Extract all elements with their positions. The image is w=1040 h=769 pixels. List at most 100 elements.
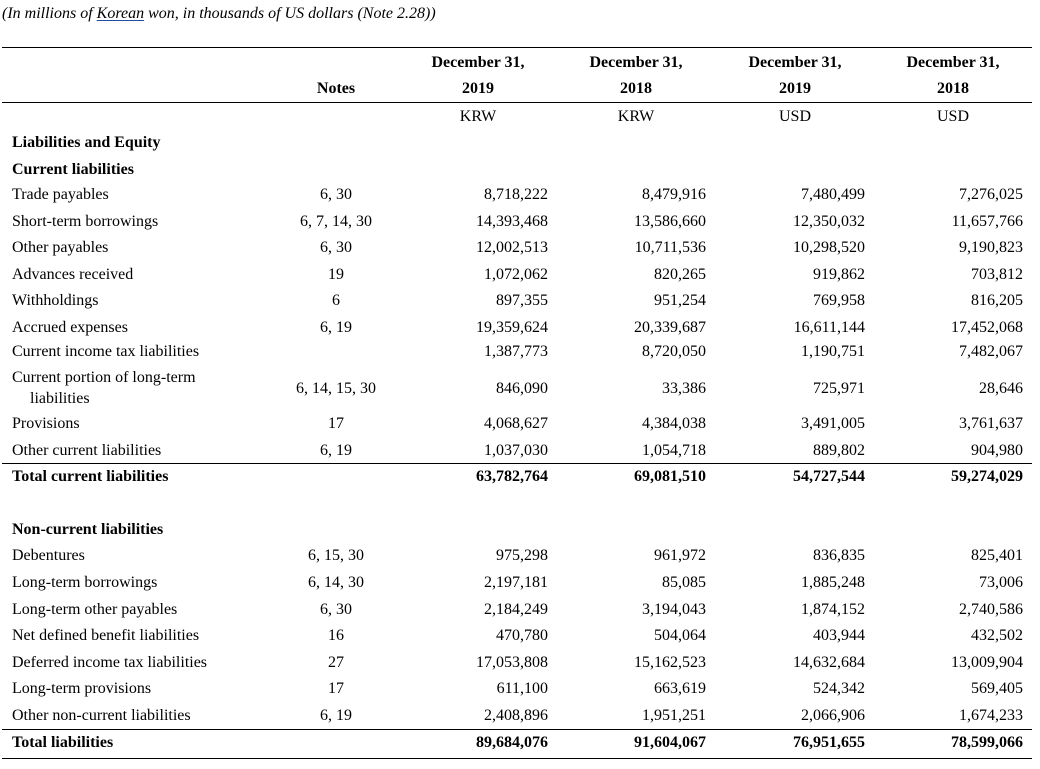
row-value-usd-2018: 2,740,586 <box>959 601 1023 618</box>
row-value-usd-2018: 73,006 <box>979 574 1023 591</box>
row-value-usd-2019: 12,350,032 <box>793 213 865 230</box>
table-row-advances-received: Advances received 19 1,072,062 820,265 9… <box>0 264 1040 286</box>
row-value-krw-2018: 15,162,523 <box>634 654 706 671</box>
caption-suffix: won, in thousands of US dollars (Note 2.… <box>144 5 436 22</box>
row-notes: 6, 19 <box>320 707 352 724</box>
row-value-krw-2018: 3,194,043 <box>642 601 706 618</box>
row-notes: 6, 30 <box>320 601 352 618</box>
row-value-krw-2019: 2,184,249 <box>484 601 548 618</box>
row-label: Advances received <box>12 266 134 283</box>
notes-column-header: Notes <box>272 76 400 102</box>
row-value-krw-2019: 846,090 <box>496 380 548 397</box>
row-value-krw-2018: 33,386 <box>662 380 706 397</box>
table-row-net-defined-benefit-liabilities: Net defined benefit liabilities 16 470,7… <box>0 625 1040 647</box>
row-value-krw-2019: 1,387,773 <box>484 343 548 360</box>
row-label: Withholdings <box>12 292 99 309</box>
row-value-krw-2019: 897,355 <box>496 292 548 309</box>
caption-korean-link[interactable]: Korean <box>97 5 144 22</box>
row-value-krw-2019: 975,298 <box>496 547 548 564</box>
column-header-date: December 31, <box>748 54 842 71</box>
row-label: Accrued expenses <box>12 319 128 336</box>
row-value-usd-2018: 7,482,067 <box>959 343 1023 360</box>
row-value-usd-2018: 432,502 <box>971 627 1023 644</box>
row-value-usd-2019: 10,298,520 <box>793 239 865 256</box>
row-value-usd-2018: 78,599,066 <box>951 734 1023 751</box>
section-non-current-liabilities: Non-current liabilities <box>12 521 164 538</box>
table-row-long-term-other-payables: Long-term other payables 6, 30 2,184,249… <box>0 599 1040 621</box>
row-value-usd-2019: 1,190,751 <box>801 343 865 360</box>
row-value-usd-2019: 76,951,655 <box>793 734 865 751</box>
column-header-year: 2018 <box>937 80 969 97</box>
table-row-long-term-provisions: Long-term provisions 17 611,100 663,619 … <box>0 678 1040 700</box>
row-label: Net defined benefit liabilities <box>12 627 200 644</box>
row-notes: 17 <box>328 680 344 697</box>
column-header-2018-krw: December 31, 2018 <box>566 50 706 102</box>
row-value-krw-2018: 85,085 <box>662 574 706 591</box>
row-value-usd-2018: 59,274,029 <box>951 468 1023 485</box>
row-value-usd-2019: 919,862 <box>813 266 865 283</box>
row-value-usd-2019: 16,611,144 <box>793 319 865 336</box>
row-label-line1: Current portion of long-term <box>12 369 196 386</box>
financial-statement-page: (In millions of Korean won, in thousands… <box>0 0 1040 769</box>
row-label: Long-term provisions <box>12 680 152 697</box>
row-value-usd-2018: 3,761,637 <box>959 415 1023 432</box>
row-notes: 6, 30 <box>320 239 352 256</box>
row-value-usd-2019: 1,874,152 <box>801 601 865 618</box>
column-header-year: 2019 <box>779 80 811 97</box>
row-value-krw-2018: 961,972 <box>654 547 706 564</box>
row-label: Other non-current liabilities <box>12 707 191 724</box>
row-notes: 17 <box>328 415 344 432</box>
row-value-usd-2018: 569,405 <box>971 680 1023 697</box>
column-header-2018-usd: December 31, 2018 <box>883 50 1023 102</box>
row-value-krw-2019: 470,780 <box>496 627 548 644</box>
row-notes: 27 <box>328 654 344 671</box>
row-value-usd-2018: 1,674,233 <box>959 707 1023 724</box>
row-notes: 6, 19 <box>320 442 352 459</box>
row-value-krw-2019: 1,072,062 <box>484 266 548 283</box>
row-value-krw-2019: 611,100 <box>496 680 548 697</box>
row-label: Debentures <box>12 547 85 564</box>
row-value-usd-2019: 2,066,906 <box>801 707 865 724</box>
table-row-short-term-borrowings: Short-term borrowings 6, 7, 14, 30 14,39… <box>0 211 1040 233</box>
caption-prefix: (In millions of <box>2 5 97 22</box>
row-value-krw-2018: 4,384,038 <box>642 415 706 432</box>
table-row-long-term-borrowings: Long-term borrowings 6, 14, 30 2,197,181… <box>0 572 1040 594</box>
row-value-krw-2019: 19,359,624 <box>476 319 548 336</box>
row-label: Other payables <box>12 239 109 256</box>
row-value-usd-2019: 7,480,499 <box>801 186 865 203</box>
row-value-krw-2018: 8,479,916 <box>642 186 706 203</box>
table-row-other-current-liabilities: Other current liabilities 6, 19 1,037,03… <box>0 440 1040 462</box>
row-value-usd-2018: 703,812 <box>971 266 1023 283</box>
row-value-krw-2018: 20,339,687 <box>634 319 706 336</box>
table-row-total-current-liabilities: Total current liabilities 63,782,764 69,… <box>0 466 1040 488</box>
table-row-other-payables: Other payables 6, 30 12,002,513 10,711,5… <box>0 237 1040 259</box>
row-value-krw-2019: 2,197,181 <box>484 574 548 591</box>
row-value-krw-2019: 1,037,030 <box>484 442 548 459</box>
row-value-krw-2019: 14,393,468 <box>476 213 548 230</box>
column-header-date: December 31, <box>589 54 683 71</box>
row-label: Provisions <box>12 415 80 432</box>
table-row-withholdings: Withholdings 6 897,355 951,254 769,958 8… <box>0 290 1040 312</box>
row-value-usd-2018: 11,657,766 <box>951 213 1023 230</box>
table-row-trade-payables: Trade payables 6, 30 8,718,222 8,479,916… <box>0 184 1040 206</box>
table-row-deferred-income-tax-liabilities: Deferred income tax liabilities 27 17,05… <box>0 652 1040 674</box>
row-label: Long-term borrowings <box>12 574 158 591</box>
row-value-usd-2018: 904,980 <box>971 442 1023 459</box>
currency-label-krw-2018: KRW <box>617 108 655 125</box>
row-value-krw-2018: 1,054,718 <box>642 442 706 459</box>
table-row-total-liabilities: Total liabilities 89,684,076 91,604,067 … <box>0 732 1040 754</box>
table-row-accrued-expenses: Accrued expenses 6, 19 19,359,624 20,339… <box>0 317 1040 339</box>
section-liabilities-and-equity: Liabilities and Equity <box>12 134 161 151</box>
table-caption: (In millions of Korean won, in thousands… <box>2 5 436 23</box>
row-value-usd-2018: 825,401 <box>971 547 1023 564</box>
row-value-usd-2018: 7,276,025 <box>959 186 1023 203</box>
currency-label-krw-2019: KRW <box>459 108 497 125</box>
row-value-krw-2019: 4,068,627 <box>484 415 548 432</box>
row-value-krw-2019: 2,408,896 <box>484 707 548 724</box>
row-value-krw-2019: 63,782,764 <box>476 468 548 485</box>
currency-label-usd-2018: USD <box>936 108 969 125</box>
row-value-krw-2018: 663,619 <box>654 680 706 697</box>
row-notes: 6, 15, 30 <box>308 547 364 564</box>
row-value-usd-2019: 54,727,544 <box>793 468 865 485</box>
row-value-krw-2019: 17,053,808 <box>476 654 548 671</box>
